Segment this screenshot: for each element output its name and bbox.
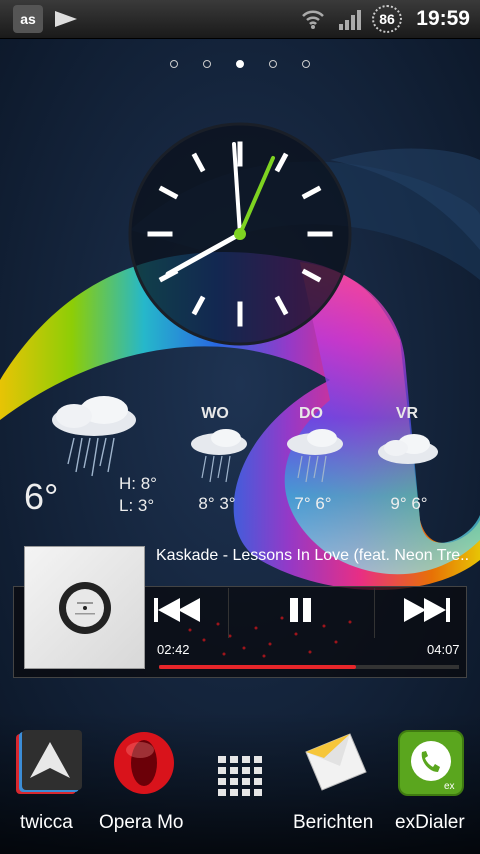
progress-bar[interactable] <box>159 665 459 669</box>
dock-label: twicca <box>20 812 73 833</box>
page-indicator <box>0 60 480 74</box>
exdialer-icon: ex <box>398 730 464 796</box>
page-dot[interactable] <box>269 60 277 68</box>
wifi-icon <box>302 10 324 29</box>
twicca-icon <box>16 730 82 794</box>
battery-level: 86 <box>379 11 395 27</box>
play-icon[interactable] <box>55 11 77 27</box>
signal-icon <box>339 10 361 30</box>
dock-label: Berichten <box>293 812 374 833</box>
dock-label: exDialer <box>395 812 465 833</box>
page-dot[interactable] <box>302 60 310 68</box>
status-time: 19:59 <box>416 7 470 30</box>
divider <box>374 588 375 638</box>
total-time: 04:07 <box>427 642 460 657</box>
elapsed-time: 02:42 <box>157 642 190 657</box>
forecast-temps-3: 9° 6° <box>390 494 428 513</box>
forecast-temps-2: 7° 6° <box>294 494 332 513</box>
analog-clock-widget[interactable] <box>128 122 352 346</box>
divider <box>228 588 229 638</box>
rain-cloud-icon <box>287 429 343 483</box>
previous-track-button[interactable] <box>152 592 204 628</box>
lastfm-icon[interactable]: as <box>13 5 43 33</box>
opera-icon <box>114 732 174 794</box>
dock-label: Opera Mo <box>99 812 184 833</box>
page-dot-active[interactable] <box>236 60 244 68</box>
forecast-temps-1: 8° 3° <box>198 494 236 513</box>
high-temperature: H: 8° <box>119 474 157 493</box>
page-dot[interactable] <box>203 60 211 68</box>
forecast-day-2: DO <box>299 405 323 422</box>
rain-cloud-icon <box>191 429 247 483</box>
rain-cloud-icon <box>52 396 136 477</box>
svg-text:ex: ex <box>444 781 455 792</box>
forecast-day-3: VR <box>395 405 419 422</box>
cloud-icon <box>378 434 438 464</box>
app-drawer-icon <box>218 756 262 796</box>
low-temperature: L: 3° <box>119 496 155 515</box>
forecast-day-1: WO <box>201 405 229 422</box>
track-title: Kaskade - Lessons In Love (feat. Neon Tr… <box>156 547 470 564</box>
progress-fill <box>159 665 356 669</box>
page-dot[interactable] <box>170 60 178 68</box>
battery-icon: 86 <box>372 5 402 33</box>
vinyl-record-icon <box>59 582 111 634</box>
status-bar: as 86 19:59 <box>0 0 480 39</box>
next-track-button[interactable] <box>402 592 454 628</box>
album-art[interactable] <box>24 546 145 669</box>
current-temperature: 6° <box>24 476 59 517</box>
messages-icon <box>305 733 367 791</box>
pause-button[interactable] <box>288 592 314 628</box>
